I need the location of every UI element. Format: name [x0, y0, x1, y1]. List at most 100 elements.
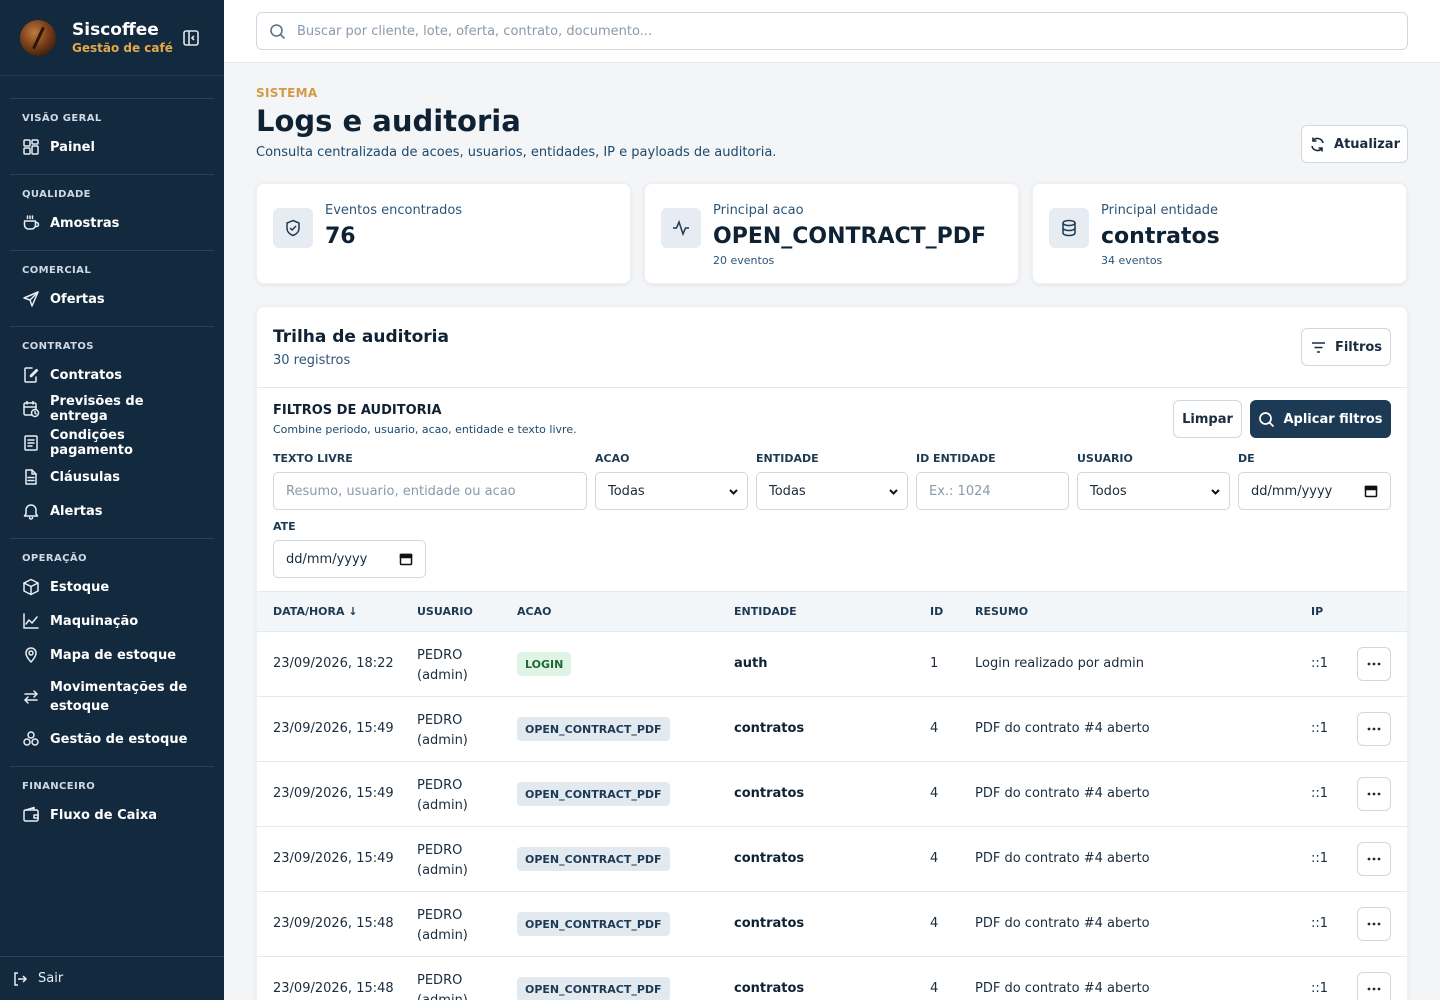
sidebar-item[interactable]: Painel — [10, 130, 214, 164]
row-actions-button[interactable] — [1357, 647, 1391, 681]
user-select[interactable]: Todos — [1077, 472, 1230, 510]
free-text-input[interactable]: Resumo, usuario, entidade ou acao — [273, 472, 587, 510]
row-datetime: 23/09/2026, 18:22 — [273, 656, 394, 671]
stat-label: Eventos encontrados — [325, 203, 463, 218]
filters-description: Combine periodo, usuario, acao, entidade… — [273, 423, 577, 436]
sidebar-item-label: Painel — [50, 139, 95, 155]
row-actions-button[interactable] — [1357, 777, 1391, 811]
row-actions-button[interactable] — [1357, 907, 1391, 941]
coffee-cup-icon — [23, 215, 40, 230]
sidebar-item[interactable]: Alertas — [10, 494, 214, 528]
sidebar-item-label: Condições pagamento — [50, 428, 133, 458]
sidebar-section-title: CONTRATOS — [22, 341, 94, 352]
column-user[interactable]: USUARIO — [417, 605, 473, 618]
brand-name: Siscoffee — [72, 19, 159, 40]
stat-label: Principal entidade — [1101, 203, 1218, 218]
global-search[interactable] — [256, 12, 1408, 50]
row-ip: ::1 — [1311, 721, 1329, 736]
sidebar-section: COMERCIAL Ofertas — [10, 250, 214, 326]
column-id[interactable]: ID — [930, 605, 943, 618]
row-entity-id: 4 — [930, 851, 939, 866]
date-from-label: DE — [1238, 452, 1255, 465]
column-action[interactable]: ACAO — [517, 605, 551, 618]
table-row[interactable]: 23/09/2026, 15:49 PEDRO (admin) OPEN_CONTRA… — [257, 696, 1407, 761]
column-datetime[interactable]: DATA/HORA ↓ — [273, 605, 358, 618]
row-user: PEDRO (admin) — [417, 841, 468, 881]
sidebar-item[interactable]: Gestão de estoque — [10, 722, 214, 756]
date-to-input[interactable]: dd/mm/yyyy — [273, 540, 426, 578]
audit-trail-panel: Trilha de auditoria 30 registros Filtros… — [256, 306, 1408, 1000]
box-icon — [23, 578, 39, 596]
filters-toggle-button[interactable]: Filtros — [1301, 328, 1391, 366]
entity-filter: ENTIDADE Todas — [756, 452, 908, 510]
row-user: PEDRO (admin) — [417, 646, 468, 686]
sidebar-item[interactable]: Contratos — [10, 358, 214, 392]
apply-filters-button[interactable]: Aplicar filtros — [1250, 400, 1391, 438]
user-filter: USUARIO Todos — [1077, 452, 1230, 510]
table-row[interactable]: 23/09/2026, 18:22 PEDRO (admin) LOGIN auth 1 L… — [257, 631, 1407, 696]
sidebar-item-label: Alertas — [50, 503, 103, 519]
refresh-button[interactable]: Atualizar — [1301, 125, 1408, 163]
logout-button[interactable]: Sair — [0, 956, 224, 1000]
table-row[interactable]: 23/09/2026, 15:49 PEDRO (admin) OPEN_CONTRA… — [257, 826, 1407, 891]
column-ip[interactable]: IP — [1311, 605, 1323, 618]
sidebar-item[interactable]: Maquinação — [10, 604, 214, 638]
sidebar-collapse-icon[interactable] — [182, 29, 200, 47]
sidebar-item[interactable]: Estoque — [10, 570, 214, 604]
action-label: ACAO — [595, 452, 630, 465]
entity-select-value: Todas — [769, 483, 806, 499]
entity-select[interactable]: Todas — [756, 472, 908, 510]
row-entity: contratos — [734, 786, 805, 801]
search-input[interactable] — [297, 23, 1407, 39]
sidebar-item-label: Cláusulas — [50, 469, 120, 485]
row-user-role: (admin) — [417, 733, 468, 748]
table-row[interactable]: 23/09/2026, 15:48 PEDRO (admin) OPEN_CONTRA… — [257, 956, 1407, 1000]
wallet-icon — [23, 806, 39, 822]
action-filter: ACAO Todas — [595, 452, 748, 510]
row-datetime: 23/09/2026, 15:49 — [273, 721, 394, 736]
sidebar-item[interactable]: Cláusulas — [10, 460, 214, 494]
clear-filters-button[interactable]: Limpar — [1173, 400, 1242, 438]
entity-id-input[interactable]: Ex.: 1024 — [916, 472, 1069, 510]
calendar-icon[interactable] — [1364, 484, 1378, 498]
row-user: PEDRO (admin) — [417, 711, 468, 751]
sidebar-item[interactable]: Ofertas — [10, 282, 214, 316]
search-icon — [270, 23, 286, 39]
sidebar-item[interactable]: Previsões de entrega — [10, 392, 214, 426]
row-ip: ::1 — [1311, 916, 1329, 931]
brand-subtitle: Gestão de café — [72, 40, 173, 55]
row-ip: ::1 — [1311, 981, 1329, 996]
audit-filters: FILTROS DE AUDITORIA Combine periodo, us… — [257, 387, 1407, 591]
sidebar-item[interactable]: Fluxo de Caixa — [10, 798, 214, 832]
row-entity-id: 4 — [930, 721, 939, 736]
action-badge: OPEN_CONTRACT_PDF — [517, 847, 670, 871]
sidebar-item-label: Fluxo de Caixa — [50, 807, 158, 823]
row-user-name: PEDRO — [417, 778, 463, 793]
row-entity: contratos — [734, 916, 805, 931]
table-row[interactable]: 23/09/2026, 15:48 PEDRO (admin) OPEN_CONTRA… — [257, 891, 1407, 956]
row-entity-id: 4 — [930, 916, 939, 931]
action-select[interactable]: Todas — [595, 472, 748, 510]
sidebar-item-label: Contratos — [50, 367, 123, 383]
date-from-input[interactable]: dd/mm/yyyy — [1238, 472, 1391, 510]
document-icon — [25, 469, 37, 485]
logout-label: Sair — [38, 971, 64, 986]
row-ip: ::1 — [1311, 656, 1329, 671]
sidebar-item[interactable]: Movimentações de estoque — [10, 672, 214, 722]
sidebar-item[interactable]: Mapa de estoque — [10, 638, 214, 672]
user-label: USUARIO — [1077, 452, 1133, 465]
row-actions-button[interactable] — [1357, 842, 1391, 876]
sidebar-item[interactable]: Amostras — [10, 206, 214, 240]
apply-filters-label: Aplicar filtros — [1283, 411, 1383, 427]
column-summary[interactable]: RESUMO — [975, 605, 1028, 618]
table-row[interactable]: 23/09/2026, 15:49 PEDRO (admin) OPEN_CONTRA… — [257, 761, 1407, 826]
row-actions-button[interactable] — [1357, 972, 1391, 1000]
sidebar-item-label: Previsões de entrega — [50, 394, 144, 424]
sidebar-item-label: Maquinação — [50, 613, 139, 629]
column-entity[interactable]: ENTIDADE — [734, 605, 797, 618]
calendar-icon[interactable] — [399, 552, 413, 566]
more-horizontal-icon — [1367, 987, 1381, 991]
sidebar-section: OPERAÇÃO Estoque Maquinação Mapa de estoque… — [10, 538, 214, 766]
row-actions-button[interactable] — [1357, 712, 1391, 746]
sidebar-item[interactable]: Condições pagamento — [10, 426, 214, 460]
